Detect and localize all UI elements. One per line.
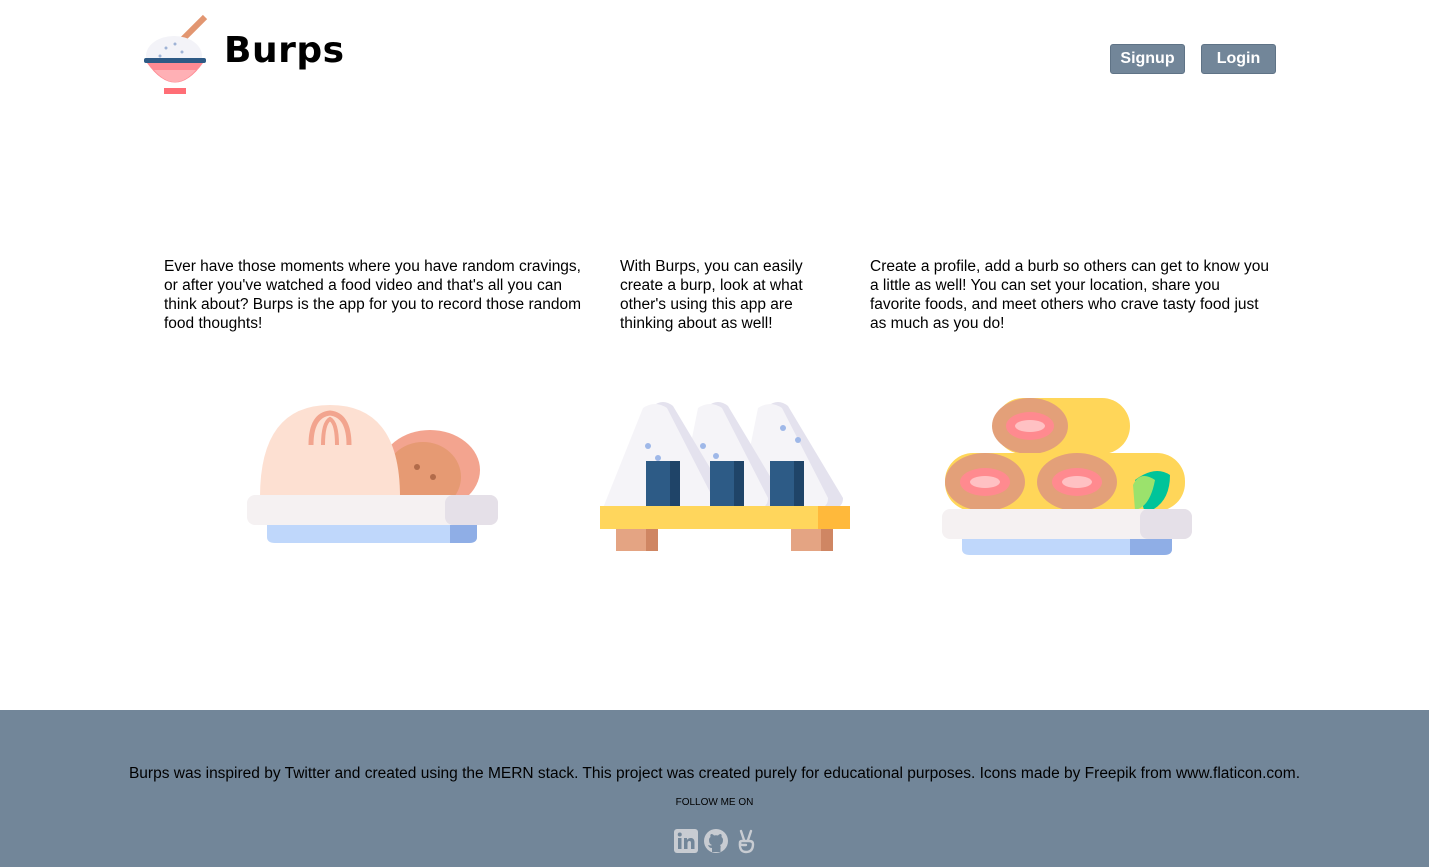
linkedin-icon[interactable] bbox=[673, 828, 699, 854]
angellist-icon[interactable] bbox=[733, 828, 759, 854]
site-header: Burps Signup Login bbox=[0, 0, 1429, 110]
github-icon[interactable] bbox=[703, 828, 729, 854]
onigiri-tray-icon bbox=[600, 402, 850, 551]
login-button[interactable]: Login bbox=[1201, 44, 1276, 74]
follow-label: FOLLOW ME ON bbox=[675, 797, 754, 808]
brand-title: Burps bbox=[224, 30, 345, 71]
egg-roll-plate-icon bbox=[942, 398, 1192, 555]
feature-text-cravings: Ever have those moments where you have r… bbox=[164, 258, 582, 332]
rice-bowl-logo-icon[interactable] bbox=[140, 12, 230, 102]
signup-button[interactable]: Signup bbox=[1110, 44, 1185, 74]
dumpling-plate-icon bbox=[247, 405, 498, 543]
footer-credits: Burps was inspired by Twitter and create… bbox=[128, 765, 1301, 782]
feature-text-create-burp: With Burps, you can easily create a burp… bbox=[620, 258, 803, 332]
feature-text-profile: Create a profile, add a burb so others c… bbox=[870, 258, 1269, 332]
social-links bbox=[673, 828, 757, 856]
